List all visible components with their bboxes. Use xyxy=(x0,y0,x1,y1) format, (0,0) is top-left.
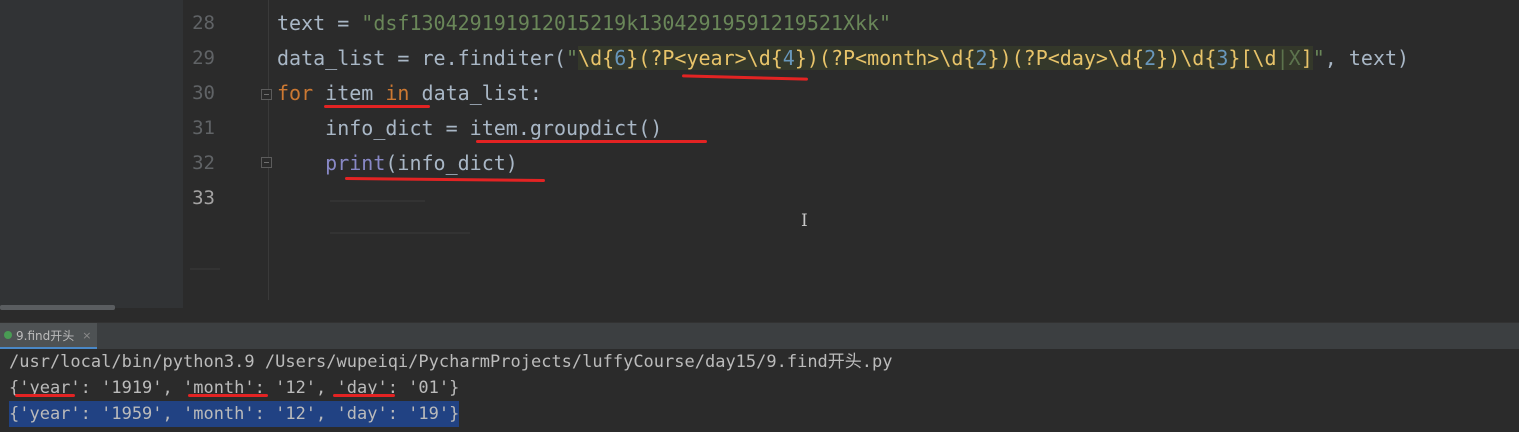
regex-token: } xyxy=(1156,46,1169,70)
annotation-underline xyxy=(476,140,707,143)
regex-token: \d xyxy=(1107,46,1133,70)
regex-char-class: [ xyxy=(1240,46,1253,70)
regex-token: { xyxy=(770,46,783,70)
run-console[interactable]: /usr/local/bin/python3.9 /Users/wupeiqi/… xyxy=(0,349,1519,432)
line-number: 32 xyxy=(192,152,215,174)
code-line-29[interactable]: data_list = re.finditer("\d{6}(?P<year>\… xyxy=(277,41,1409,76)
regex-token: } xyxy=(794,46,807,70)
fold-marker-icon[interactable] xyxy=(261,157,272,168)
loop-variable: item xyxy=(325,81,374,105)
line-number: 33 xyxy=(192,187,215,209)
ghost-text xyxy=(190,268,220,270)
console-line-selected: {'year': '1959', 'month': '12', 'day': '… xyxy=(9,401,460,427)
regex-token: { xyxy=(602,46,615,70)
identifier: text xyxy=(277,11,326,35)
annotation-underline xyxy=(188,394,268,397)
regex-token: \d xyxy=(1180,46,1205,70)
code-line-28[interactable]: text = "dsf130429191912015219k1304291959… xyxy=(277,6,891,41)
regex-token: \d xyxy=(1252,46,1277,70)
function-call: re.finditer( xyxy=(421,46,567,70)
annotation-underline xyxy=(333,394,395,397)
regex-quantifier: 2 xyxy=(1144,46,1157,70)
keyword-for: for xyxy=(277,81,314,105)
regex-quantifier: 3 xyxy=(1216,46,1229,70)
operator: = xyxy=(385,46,422,70)
regex-group: )(?P<day> xyxy=(999,46,1108,70)
annotation-underline xyxy=(15,394,75,397)
print-args: (info_dict) xyxy=(385,151,518,175)
operator: = xyxy=(325,11,362,35)
code-line-32[interactable]: print(info_dict) xyxy=(277,146,518,181)
builtin-print: print xyxy=(325,151,386,175)
line-number: 31 xyxy=(192,117,215,139)
regex-quantifier: 6 xyxy=(614,46,627,70)
ghost-text xyxy=(330,232,470,234)
run-tab-label: 9.find开头 xyxy=(16,328,75,343)
ide-window: 28 29 30 31 32 33 text = "dsf13042919191… xyxy=(0,0,1519,432)
regex-char-class: ] xyxy=(1300,46,1313,70)
regex-token: { xyxy=(1132,46,1145,70)
regex-group: ) xyxy=(1168,46,1181,70)
iterable: data_list: xyxy=(409,81,542,105)
regex-token: { xyxy=(963,46,976,70)
horizontal-scrollbar[interactable] xyxy=(0,305,115,310)
statement: info_dict = item.groupdict() xyxy=(325,116,663,140)
regex-token: } xyxy=(626,46,639,70)
run-tab[interactable]: 9.find开头 × xyxy=(0,323,98,349)
string-literal: "dsf130429191912015219k13042919591219521… xyxy=(361,11,892,35)
close-icon[interactable]: × xyxy=(82,329,91,342)
regex-token: | xyxy=(1276,46,1289,70)
annotation-underline xyxy=(324,105,430,108)
text-cursor-icon: I xyxy=(801,211,808,231)
fold-marker-icon[interactable] xyxy=(261,89,272,100)
console-line: /usr/local/bin/python3.9 /Users/wupeiqi/… xyxy=(9,352,893,372)
console-line: {'year': '1919', 'month': '12', 'day': '… xyxy=(9,378,460,398)
regex-group: )(?P<month> xyxy=(806,46,940,70)
line-number: 30 xyxy=(192,82,215,104)
regex-token: \d xyxy=(746,46,771,70)
ghost-text xyxy=(330,200,425,202)
identifier: data_list xyxy=(277,46,386,70)
regex-token: \d xyxy=(578,46,603,70)
call-args: , text) xyxy=(1324,46,1410,70)
regex-quantifier: 2 xyxy=(975,46,988,70)
keyword-in: in xyxy=(385,81,410,105)
regex-quantifier: 4 xyxy=(782,46,795,70)
line-number: 29 xyxy=(192,47,215,69)
regex-group: (?P<year> xyxy=(638,46,747,70)
regex-token: } xyxy=(1228,46,1241,70)
regex-token: X xyxy=(1288,46,1301,70)
gutter-separator xyxy=(268,0,269,300)
regex-token: } xyxy=(987,46,1000,70)
run-tool-window-tabs: 9.find开头 × xyxy=(0,322,1519,350)
project-panel[interactable] xyxy=(0,0,183,308)
line-number: 28 xyxy=(192,12,215,34)
regex-token: \d xyxy=(939,46,964,70)
string-quote: " xyxy=(1312,46,1325,70)
regex-token: { xyxy=(1204,46,1217,70)
string-quote: " xyxy=(566,46,579,70)
python-run-icon xyxy=(4,331,12,339)
